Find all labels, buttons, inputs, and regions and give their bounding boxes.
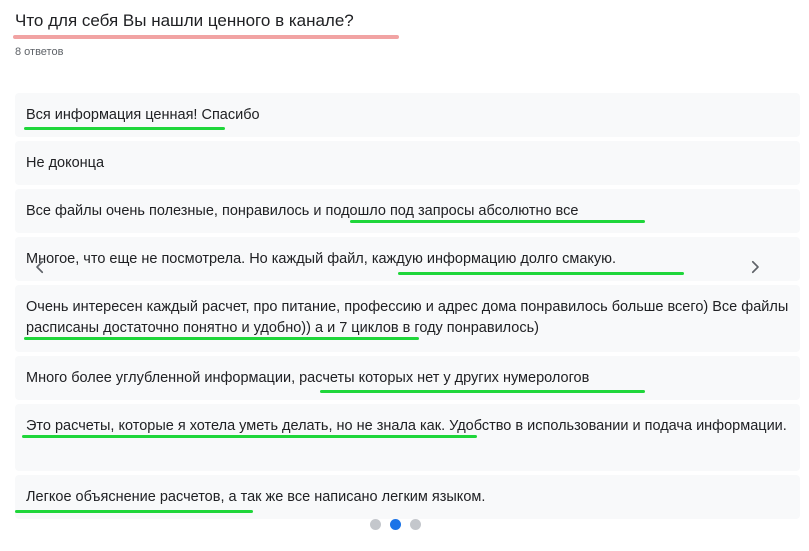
response-item: Очень интересен каждый расчет, про питан… — [15, 285, 800, 352]
highlight-underline — [24, 337, 419, 340]
response-text: Очень интересен каждый расчет, про питан… — [26, 299, 789, 336]
response-text: Много более углубленной информации, расч… — [26, 370, 590, 386]
page-dot-active[interactable] — [390, 519, 401, 530]
response-text: Не доконца — [26, 155, 105, 171]
chevron-right-icon — [751, 260, 759, 274]
pagination-dots — [370, 519, 421, 530]
response-item: Многое, что еще не посмотрела. Но каждый… — [15, 237, 800, 281]
response-text: Все файлы очень полезные, понравилось и … — [26, 203, 579, 219]
response-item: Это расчеты, которые я хотела уметь дела… — [15, 404, 800, 471]
highlight-underline — [398, 272, 684, 275]
highlight-underline — [24, 127, 225, 130]
response-item: Легкое объяснение расчетов, а так же все… — [15, 475, 800, 519]
response-item: Не доконца — [15, 141, 800, 185]
highlight-underline — [350, 220, 645, 223]
response-text: Многое, что еще не посмотрела. Но каждый… — [26, 251, 617, 267]
page-dot[interactable] — [410, 519, 421, 530]
response-text: Легкое объяснение расчетов, а так же все… — [26, 489, 486, 505]
title-underline — [13, 35, 399, 39]
response-list: Вся информация ценная! Спасибо Не доконц… — [15, 93, 800, 523]
response-text: Вся информация ценная! Спасибо — [26, 107, 260, 123]
prev-page-button[interactable] — [28, 255, 52, 279]
highlight-underline — [320, 390, 645, 393]
highlight-underline — [15, 510, 253, 513]
response-item: Все файлы очень полезные, понравилось и … — [15, 189, 800, 233]
highlight-underline — [22, 435, 477, 438]
page-dot[interactable] — [370, 519, 381, 530]
next-page-button[interactable] — [743, 255, 767, 279]
chevron-left-icon — [36, 260, 44, 274]
response-count: 8 ответов — [15, 46, 64, 58]
response-item: Много более углубленной информации, расч… — [15, 356, 800, 400]
response-text: Это расчеты, которые я хотела уметь дела… — [26, 418, 787, 434]
response-item: Вся информация ценная! Спасибо — [15, 93, 800, 137]
question-title: Что для себя Вы нашли ценного в канале? — [15, 11, 354, 30]
